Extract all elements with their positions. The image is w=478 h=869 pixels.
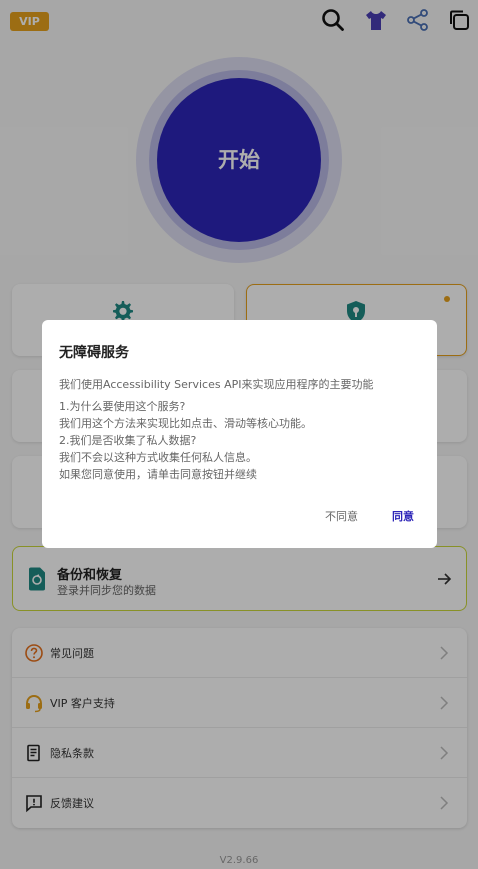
dialog-line: 如果您同意使用，请单击同意按钮并继续 [59,468,257,481]
dialog-title: 无障碍服务 [59,345,129,361]
decline-button[interactable]: 不同意 [325,508,358,524]
dialog-line: 我们不会以这种方式收集任何私人信息。 [59,451,257,464]
accept-button[interactable]: 同意 [392,508,414,524]
accessibility-dialog: 无障碍服务 我们使用Accessibility Services API来实现应… [42,320,437,548]
dialog-body: 1.为什么要使用这个服务? 我们用这个方法来实现比如点击、滑动等核心功能。 2.… [59,398,312,483]
dialog-line: 我们用这个方法来实现比如点击、滑动等核心功能。 [59,417,312,430]
dialog-intro: 我们使用Accessibility Services API来实现应用程序的主要… [59,378,374,391]
dialog-line: 2.我们是否收集了私人数据? [59,434,197,447]
dialog-line: 1.为什么要使用这个服务? [59,400,186,413]
